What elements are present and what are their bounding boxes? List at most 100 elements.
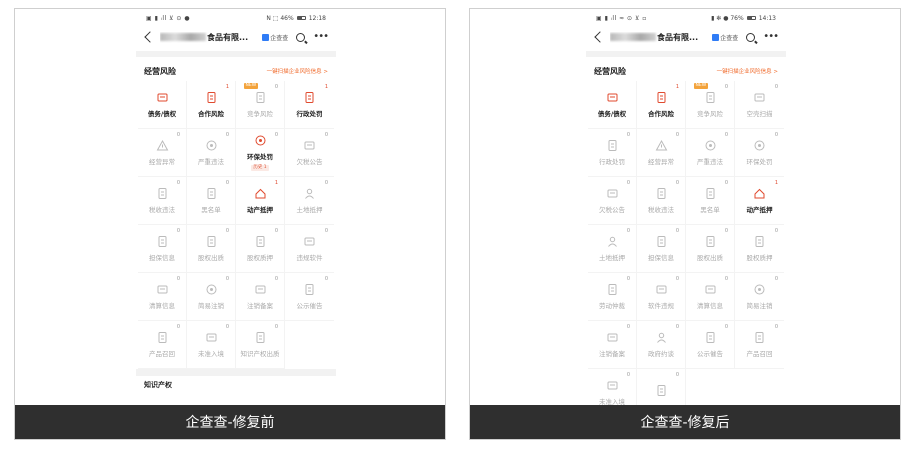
risk-item[interactable]: 0 股权质押: [236, 225, 285, 273]
risk-item[interactable]: NEW 0 竞争风险: [236, 81, 285, 129]
tax-violation-icon: [655, 187, 668, 200]
risk-item[interactable]: 0 公示催告: [285, 273, 334, 321]
risk-item[interactable]: 0 简易注销: [187, 273, 236, 321]
scan-risk-link[interactable]: 一键扫描企业风险信息 >: [267, 67, 328, 75]
risk-item[interactable]: 1 动产抵押: [735, 177, 784, 225]
risk-item[interactable]: 0 清算信息: [138, 273, 187, 321]
qcc-logo-icon: [262, 33, 270, 41]
cancel-filing-icon: [254, 283, 267, 296]
risk-item[interactable]: 0 环保处罚 历史 1: [236, 129, 285, 177]
risk-item[interactable]: 0 黑名单: [187, 177, 236, 225]
risk-item[interactable]: 0 违规软件: [285, 225, 334, 273]
risk-item[interactable]: 0 担保信息: [637, 225, 686, 273]
risk-item-count: 0: [724, 132, 728, 138]
risk-item[interactable]: 0 简易注销: [735, 273, 784, 321]
risk-item-label: 担保信息: [648, 254, 674, 262]
qcc-logo[interactable]: 企查查: [262, 33, 288, 42]
risk-item-label: 注销备案: [599, 350, 625, 358]
search-icon[interactable]: [296, 32, 306, 42]
risk-item-label: 清算信息: [697, 302, 723, 310]
simple-cancel-icon: [205, 283, 218, 296]
risk-item-count: 1: [274, 180, 278, 186]
risk-item[interactable]: 0 经营异常: [637, 129, 686, 177]
liquidation-icon: [704, 283, 717, 296]
more-icon[interactable]: •••: [763, 32, 779, 42]
search-icon[interactable]: [746, 32, 756, 42]
equity-mortgage-icon: [254, 235, 267, 248]
risk-item[interactable]: 0 经营异常: [138, 129, 187, 177]
risk-item[interactable]: 0 产品召回: [138, 321, 187, 369]
status-icons-left: ▣ ▮ ᵢll ≈ ⊙ ⊻ ▫: [596, 14, 647, 22]
risk-item[interactable]: 0 行政处罚: [588, 129, 637, 177]
risk-item-label: 行政处罚: [599, 158, 625, 166]
risk-item[interactable]: 0 土地抵押: [588, 225, 637, 273]
risk-item[interactable]: 0 税收违法: [637, 177, 686, 225]
risk-item-count: 0: [274, 228, 278, 234]
warning-icon: [655, 139, 668, 152]
risk-item-label: 担保信息: [149, 254, 175, 262]
risk-item[interactable]: 1 动产抵押: [236, 177, 285, 225]
back-icon[interactable]: [594, 31, 606, 43]
risk-item[interactable]: 0 软件违规: [637, 273, 686, 321]
risk-item-label: 税收违法: [149, 206, 175, 214]
risk-item[interactable]: 0 欠税公告: [285, 129, 334, 177]
risk-item-label: 产品召回: [149, 350, 175, 358]
risk-item[interactable]: 0 空壳扫描: [735, 81, 784, 129]
risk-item[interactable]: 0 股权出质: [187, 225, 236, 273]
risk-item[interactable]: 债务/债权: [588, 81, 637, 129]
status-icons-right: N ⬚ 46% 12:18: [266, 15, 326, 22]
qcc-logo[interactable]: 企查查: [712, 33, 738, 42]
risk-item[interactable]: 0 环保处罚: [735, 129, 784, 177]
risk-item-label: 行政处罚: [296, 110, 323, 118]
risk-grid: 债务/债权 1 合作风险 NEW 0 竞争风险 1 行政处罚 0 经营异常 0 严重违法 0 环保处罚 历史…: [136, 81, 336, 369]
risk-item[interactable]: 0 担保信息: [138, 225, 187, 273]
risk-item[interactable]: 0 知识产权出质: [236, 321, 285, 369]
risk-item[interactable]: 0 股权质押: [735, 225, 784, 273]
equity-mortgage-icon: [753, 235, 766, 248]
risk-item[interactable]: 0 产品召回: [735, 321, 784, 369]
risk-item[interactable]: 0 股权出质: [686, 225, 735, 273]
risk-item[interactable]: 0 注销备案: [236, 273, 285, 321]
risk-item[interactable]: 0 注销备案: [588, 321, 637, 369]
risk-item[interactable]: 0 黑名单: [686, 177, 735, 225]
risk-item[interactable]: 0 欠税公告: [588, 177, 637, 225]
risk-item[interactable]: 1 合作风险: [637, 81, 686, 129]
risk-item[interactable]: 债务/债权: [138, 81, 187, 129]
risk-item-count: 0: [724, 228, 728, 234]
risk-item[interactable]: 0 公示催告: [686, 321, 735, 369]
risk-item[interactable]: 1 合作风险: [187, 81, 236, 129]
phone-screenshot-before: ▣ ▮ ᵢll ⊻ ⊙ ● N ⬚ 46% 12:18 食品有限... 企查查 …: [136, 9, 336, 439]
risk-item[interactable]: 0 税收违法: [138, 177, 187, 225]
risk-item-count: 0: [675, 180, 679, 186]
scan-risk-link[interactable]: 一键扫描企业风险信息 >: [717, 67, 778, 75]
risk-item[interactable]: 0 政府约谈: [637, 321, 686, 369]
risk-item[interactable]: 0 严重违法: [686, 129, 735, 177]
battery-icon: [746, 16, 756, 20]
back-icon[interactable]: [144, 31, 156, 43]
tax-arrears-icon: [606, 187, 619, 200]
risk-item[interactable]: 0 清算信息: [686, 273, 735, 321]
risk-item[interactable]: 0 未准入境: [187, 321, 236, 369]
blurred-company-name: [610, 33, 656, 41]
risk-item-count: 0: [274, 84, 278, 90]
warning-icon: [156, 139, 169, 152]
status-icons-right: ▮ ✻ ● 76% 14:13: [711, 15, 776, 22]
risk-item-label: 欠税公告: [296, 158, 323, 166]
risk-item-count: 0: [225, 180, 229, 186]
risk-item[interactable]: 1 行政处罚: [285, 81, 334, 129]
risk-item[interactable]: NEW 0 竞争风险: [686, 81, 735, 129]
status-time: 14:13: [758, 14, 776, 22]
qcc-logo-icon: [712, 33, 720, 41]
new-badge: NEW: [694, 83, 708, 89]
risk-item-count: 1: [675, 84, 679, 90]
competition-risk-icon: [254, 91, 267, 104]
risk-item[interactable]: 0 严重违法: [187, 129, 236, 177]
risk-item[interactable]: 0 劳动仲裁: [588, 273, 637, 321]
risk-item-label: 债务/债权: [597, 110, 627, 118]
tax-arrears-icon: [303, 139, 316, 152]
risk-grid: 债务/债权 1 合作风险 NEW 0 竞争风险 0 空壳扫描 0 行政处罚 0 经营异常 0 严重违法 0 环…: [586, 81, 786, 417]
risk-item[interactable]: 0 土地抵押: [285, 177, 334, 225]
risk-item-count: 0: [724, 276, 728, 282]
more-icon[interactable]: •••: [313, 32, 329, 42]
risk-item-label: 黑名单: [700, 206, 720, 214]
